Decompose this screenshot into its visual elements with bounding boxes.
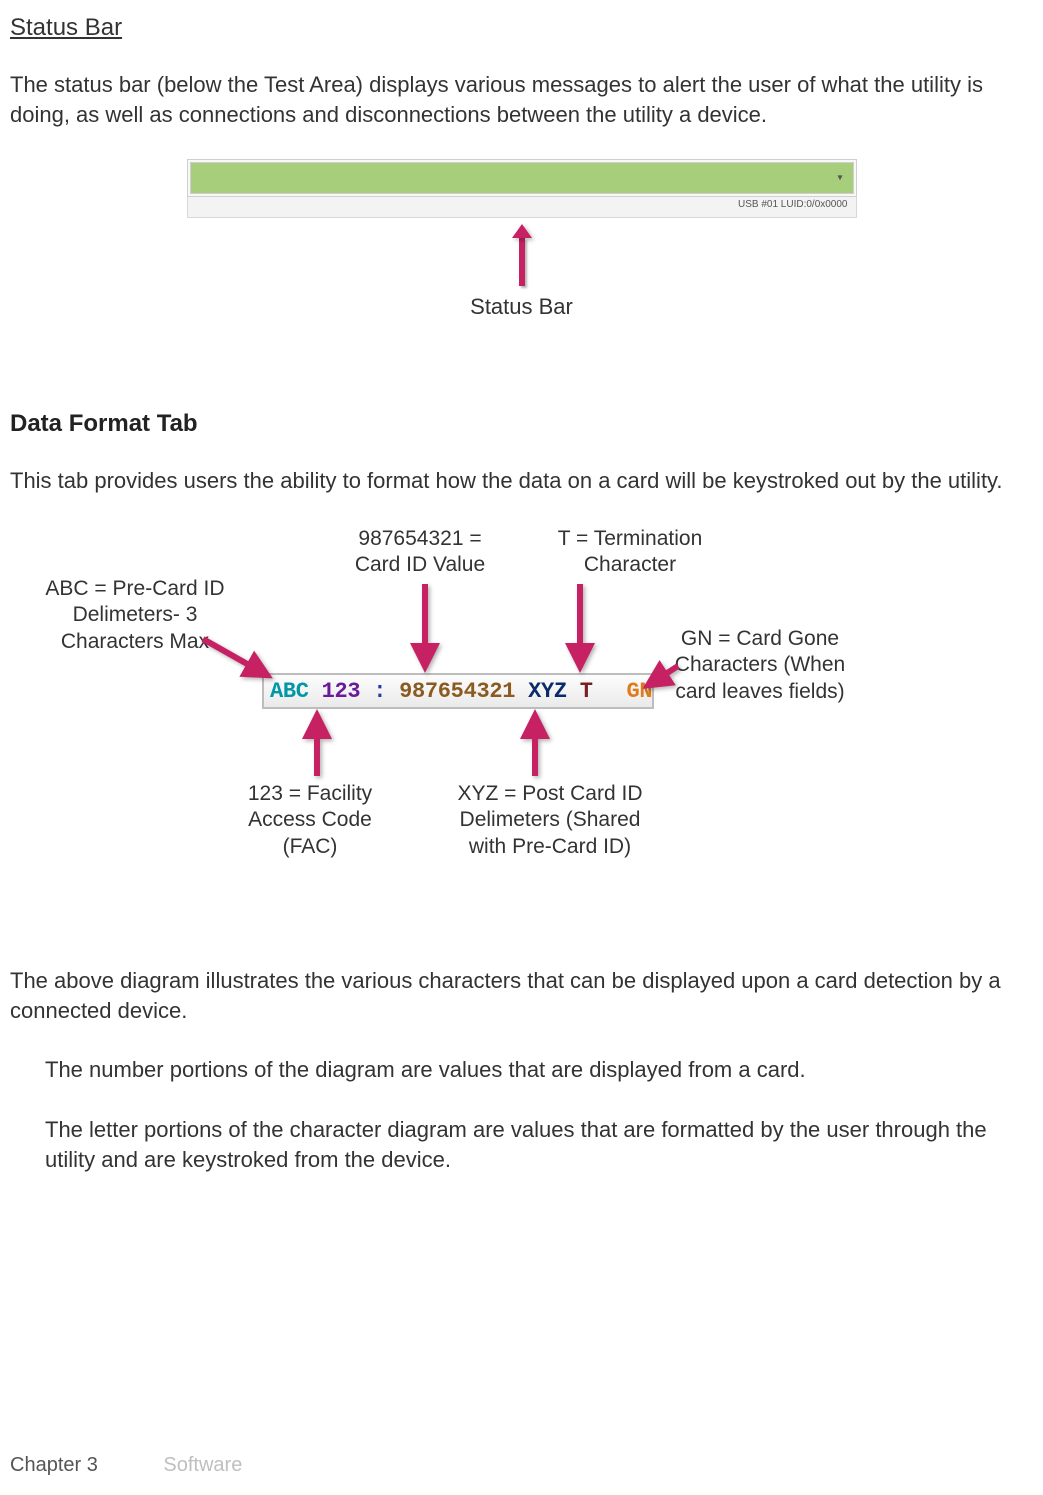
status-bar-heading: Status Bar bbox=[10, 14, 1033, 42]
status-bar-frame: ▾ bbox=[187, 159, 857, 197]
data-format-heading: Data Format Tab bbox=[10, 410, 1033, 438]
callout-gone: GN = Card Gone Characters (When card lea… bbox=[670, 626, 850, 705]
data-format-diagram: ABC = Pre-Card ID Delimeters- 3 Characte… bbox=[10, 526, 1033, 926]
status-bar-caption: Status Bar bbox=[470, 294, 573, 320]
footer-chapter: Chapter 3 bbox=[10, 1454, 98, 1476]
callout-cid: 987654321 = Card ID Value bbox=[340, 526, 500, 579]
callout-xyz: XYZ = Post Card ID Delimeters (Shared wi… bbox=[455, 781, 645, 860]
callout-fac: 123 = Facility Access Code (FAC) bbox=[230, 781, 390, 860]
seg-gone: GN bbox=[626, 679, 652, 704]
format-sample-box: ABC 123 : 987654321 XYZ T GN bbox=[262, 673, 654, 709]
seg-abc: ABC bbox=[270, 679, 309, 704]
callout-abc: ABC = Pre-Card ID Delimeters- 3 Characte… bbox=[40, 576, 230, 655]
status-bar-strip: USB #01 LUID:0/0x0000 bbox=[187, 197, 857, 218]
page-footer: Chapter 3 Software bbox=[10, 1454, 242, 1477]
after-diagram-2: The number portions of the diagram are v… bbox=[10, 1055, 1033, 1085]
callout-term: T = Termination Character bbox=[540, 526, 720, 579]
seg-fac: 123 bbox=[322, 679, 361, 704]
arrow-up-icon bbox=[512, 224, 532, 238]
data-format-intro: This tab provides users the ability to f… bbox=[10, 466, 1033, 496]
status-bar-figure: ▾ USB #01 LUID:0/0x0000 bbox=[187, 159, 857, 218]
status-bar-pointer: Status Bar bbox=[10, 224, 1033, 320]
after-diagram-1: The above diagram illustrates the variou… bbox=[10, 966, 1033, 1025]
seg-xyz: XYZ bbox=[528, 679, 567, 704]
after-diagram-3: The letter portions of the character dia… bbox=[10, 1115, 1033, 1174]
seg-cid: 987654321 bbox=[399, 679, 515, 704]
dropdown-caret-icon: ▾ bbox=[837, 173, 842, 184]
status-bar-test-area: ▾ bbox=[190, 162, 854, 194]
status-bar-intro: The status bar (below the Test Area) dis… bbox=[10, 70, 1033, 129]
seg-term: T bbox=[580, 679, 593, 704]
footer-section: Software bbox=[163, 1454, 242, 1476]
seg-colon: : bbox=[373, 679, 386, 704]
arrow-stem-icon bbox=[519, 238, 525, 286]
